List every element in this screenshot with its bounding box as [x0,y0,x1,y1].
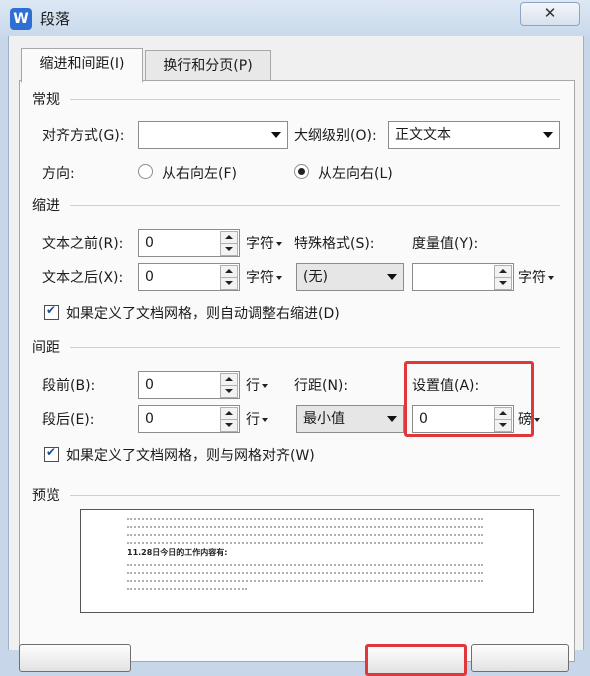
paragraph-preview: 11.28日今日的工作内容有: [80,509,534,613]
spin-down-icon[interactable] [220,385,238,398]
chevron-down-icon [543,132,553,138]
window-title: 段落 [40,10,71,28]
measure-unit[interactable]: 字符 [518,267,554,287]
indent-after-value: 0 [145,269,154,285]
alignment-label: 对齐方式(G): [42,128,125,144]
preview-sample-text: 11.28日今日的工作内容有: [127,548,228,557]
outline-level-value: 正文文本 [395,127,451,143]
preview-line [127,580,483,582]
preview-line [127,534,483,536]
preview-line [127,542,483,544]
tab-line-page-breaks[interactable]: 换行和分页(P) [145,50,271,82]
space-before-unit[interactable]: 行 [246,375,268,395]
rtl-radio-label: 从右向左(F) [162,166,237,182]
caret-down-icon [548,276,554,280]
line-spacing-select[interactable]: 最小值 [296,405,404,433]
caret-down-icon [262,418,268,422]
outline-level-label: 大纲级别(O): [294,128,377,144]
rtl-radio[interactable] [138,164,153,179]
preview-line [127,588,247,590]
caret-down-icon [276,242,282,246]
preview-line [127,518,483,520]
space-after-value: 0 [145,411,154,427]
spin-down-icon[interactable] [220,243,238,256]
tab-panel: 常规 对齐方式(G): 大纲级别(O): 正文文本 方向: 从右向左(F) 从左… [19,80,575,662]
indent-before-label: 文本之前(R): [42,236,124,252]
cancel-button[interactable] [471,644,569,672]
unit-text: 字符 [246,270,274,286]
measure-label: 度量值(Y): [412,236,479,252]
ok-button[interactable] [365,644,467,676]
indent-before-input[interactable]: 0 [138,229,240,257]
indent-after-label: 文本之后(X): [42,270,124,286]
chevron-down-icon [387,416,397,422]
indent-before-unit[interactable]: 字符 [246,233,282,253]
title-bar: W 段落 ✕ [0,0,590,36]
caret-down-icon [262,384,268,388]
section-general-title: 常规 [32,92,60,108]
space-before-input[interactable]: 0 [138,371,240,399]
ltr-radio-label: 从左向右(L) [318,166,393,182]
snap-to-grid-label: 如果定义了文档网格，则与网格对齐(W) [66,448,315,464]
unit-text: 行 [246,378,260,394]
section-preview-title: 预览 [32,488,60,504]
unit-text: 字符 [246,236,274,252]
section-divider [70,347,560,348]
special-format-select[interactable]: (无) [296,263,404,291]
dialog-body: 缩进和间距(I) 换行和分页(P) 常规 对齐方式(G): 大纲级别(O): 正… [8,36,584,676]
tab-indent-spacing[interactable]: 缩进和间距(I) [21,48,143,83]
indent-before-value: 0 [145,235,154,251]
caret-down-icon [534,418,540,422]
chevron-down-icon [271,132,281,138]
auto-right-indent-checkbox[interactable] [44,303,59,320]
auto-right-indent-label: 如果定义了文档网格，则自动调整右缩进(D) [66,306,340,322]
close-button[interactable]: ✕ [520,2,580,26]
wps-writer-icon: W [10,8,32,30]
space-after-label: 段后(E): [42,412,95,428]
line-spacing-value: 最小值 [303,411,345,427]
section-divider [70,205,560,206]
snap-to-grid-checkbox[interactable] [44,445,59,462]
spin-down-icon[interactable] [220,277,238,290]
space-before-label: 段前(B): [42,378,96,394]
section-divider [70,495,560,496]
spin-down-icon[interactable] [220,419,238,432]
tabs-button[interactable] [19,644,131,672]
ltr-radio[interactable] [294,164,309,179]
unit-text: 字符 [518,270,546,286]
section-indent-title: 缩进 [32,198,60,214]
unit-text: 行 [246,412,260,428]
section-divider [70,99,560,100]
direction-label: 方向: [42,166,75,182]
alignment-select[interactable] [138,121,288,149]
outline-level-select[interactable]: 正文文本 [388,121,560,149]
space-after-input[interactable]: 0 [138,405,240,433]
measure-input[interactable] [412,263,514,291]
indent-after-input[interactable]: 0 [138,263,240,291]
space-before-value: 0 [145,377,154,393]
special-format-value: (无) [303,269,328,285]
chevron-down-icon [387,274,397,280]
preview-line [127,572,483,574]
preview-line [127,564,483,566]
preview-line [127,526,483,528]
special-format-label: 特殊格式(S): [294,236,375,252]
indent-after-unit[interactable]: 字符 [246,267,282,287]
spin-down-icon[interactable] [494,277,512,290]
highlight-box [404,361,534,437]
space-after-unit[interactable]: 行 [246,409,268,429]
section-spacing-title: 间距 [32,340,60,356]
line-spacing-label: 行距(N): [294,378,349,394]
caret-down-icon [276,276,282,280]
